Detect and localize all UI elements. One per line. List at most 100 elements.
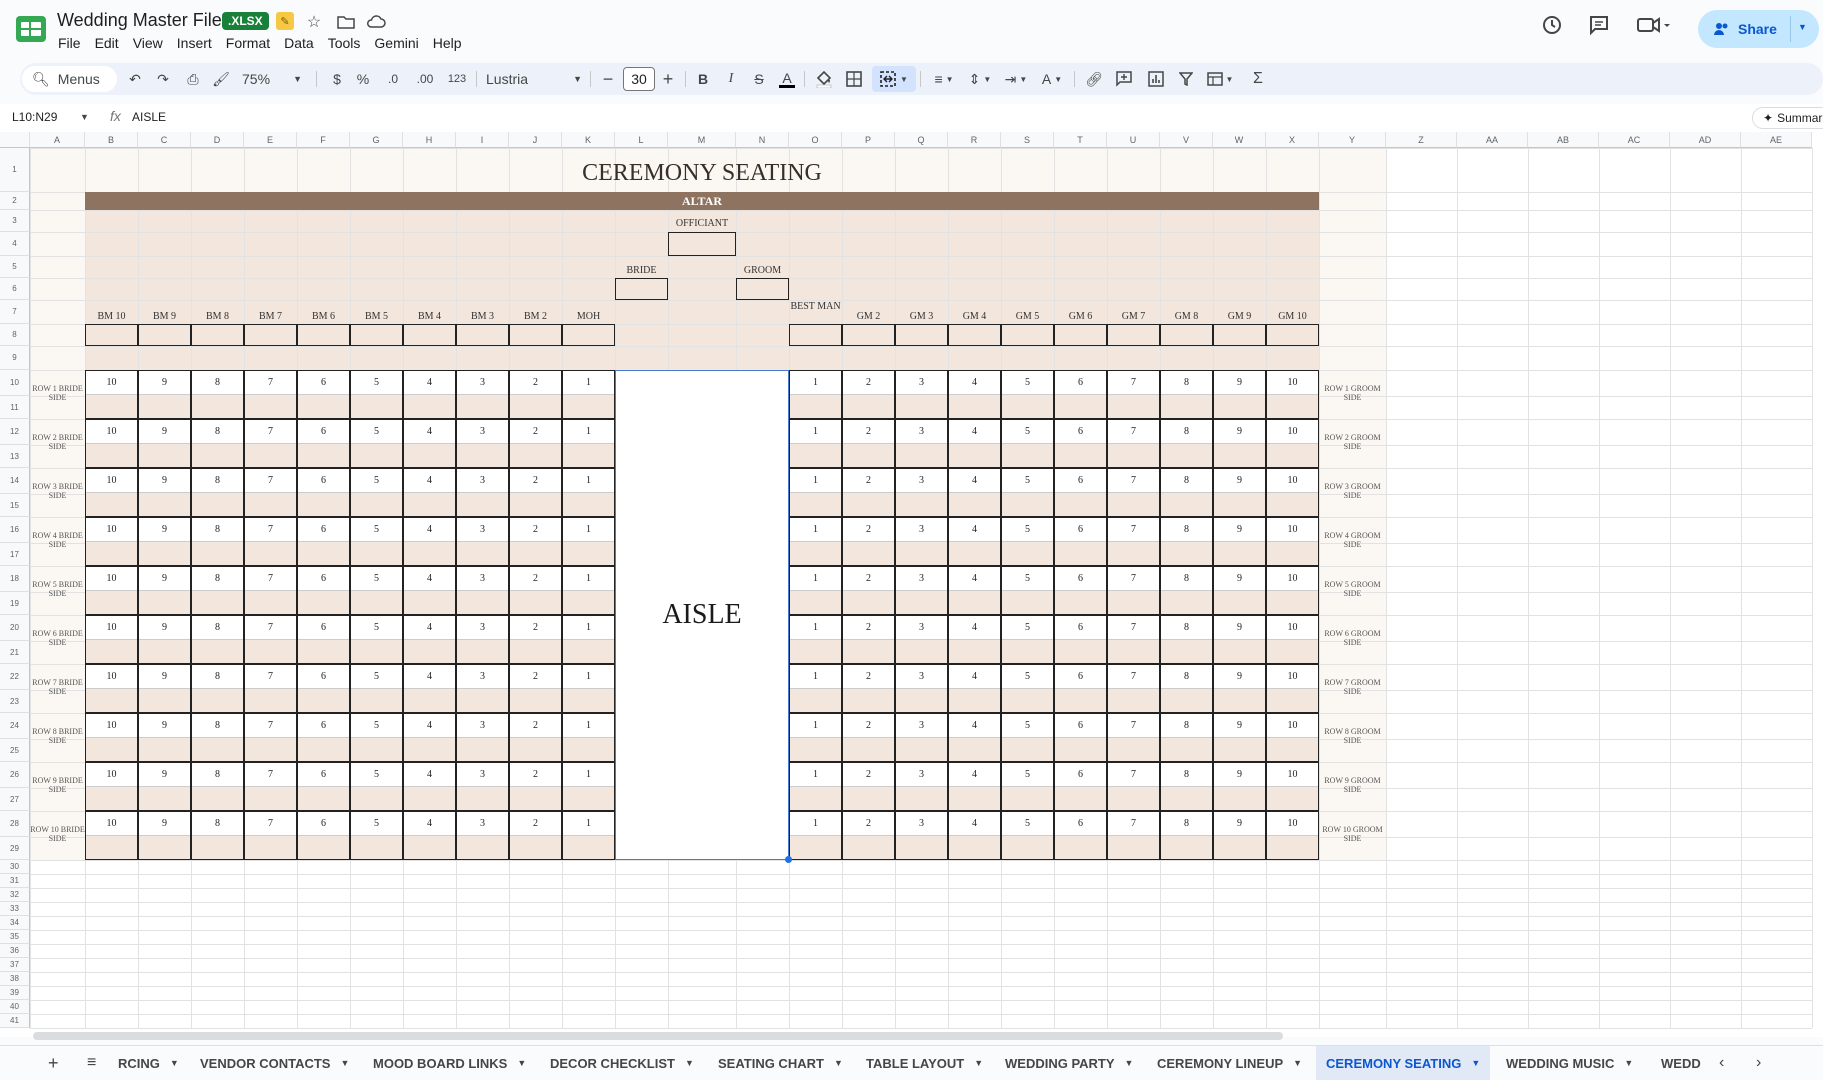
tab-menu-chevron-icon[interactable]: ▼ xyxy=(1471,1058,1480,1068)
guest-name-cell[interactable] xyxy=(1267,395,1318,418)
guest-seat[interactable]: 7 xyxy=(1107,811,1160,860)
guest-name-cell[interactable] xyxy=(949,591,1000,614)
guest-seat[interactable]: 4 xyxy=(948,615,1001,664)
guest-seat[interactable]: 10 xyxy=(85,566,138,615)
guest-seat[interactable]: 5 xyxy=(1001,762,1054,811)
guest-seat[interactable]: 5 xyxy=(1001,370,1054,419)
guest-seat[interactable]: 1 xyxy=(562,664,615,713)
guest-seat[interactable]: 4 xyxy=(403,615,456,664)
guest-seat[interactable]: 6 xyxy=(1054,517,1107,566)
row-header[interactable]: 2 xyxy=(0,192,30,210)
guest-name-cell[interactable] xyxy=(1055,640,1106,663)
guest-name-cell[interactable] xyxy=(843,493,894,516)
guest-seat[interactable]: 9 xyxy=(1213,468,1266,517)
groomsman-name-cell[interactable] xyxy=(1160,324,1213,346)
guest-seat[interactable]: 9 xyxy=(1213,811,1266,860)
guest-name-cell[interactable] xyxy=(1055,738,1106,761)
guest-name-cell[interactable] xyxy=(404,444,455,467)
insert-chart-icon[interactable] xyxy=(1144,63,1168,95)
sheet-tab[interactable]: SEATING CHART ▼ xyxy=(718,1046,843,1080)
scroll-tabs-left-icon[interactable]: ‹ xyxy=(1719,1046,1724,1080)
guest-seat[interactable]: 4 xyxy=(403,566,456,615)
guest-seat[interactable]: 2 xyxy=(842,419,895,468)
guest-name-cell[interactable] xyxy=(457,493,508,516)
shortcut-icon[interactable]: ✎ xyxy=(276,12,294,30)
guest-seat[interactable]: 6 xyxy=(1054,762,1107,811)
guest-name-cell[interactable] xyxy=(351,689,402,712)
bridesmaid-name-cell[interactable] xyxy=(509,324,562,346)
guest-seat[interactable]: 1 xyxy=(789,419,842,468)
guest-seat[interactable]: 6 xyxy=(1054,566,1107,615)
row-header[interactable]: 20 xyxy=(0,615,30,641)
menu-view[interactable]: View xyxy=(133,35,171,51)
guest-name-cell[interactable] xyxy=(1267,787,1318,810)
guest-name-cell[interactable] xyxy=(1161,444,1212,467)
guest-name-cell[interactable] xyxy=(949,444,1000,467)
guest-name-cell[interactable] xyxy=(1002,836,1053,859)
menu-gemini[interactable]: Gemini xyxy=(374,35,426,51)
guest-name-cell[interactable] xyxy=(298,836,349,859)
sheet-tab[interactable]: VENDOR CONTACTS ▼ xyxy=(200,1046,349,1080)
guest-seat[interactable]: 9 xyxy=(1213,419,1266,468)
guest-name-cell[interactable] xyxy=(245,591,296,614)
guest-name-cell[interactable] xyxy=(1002,640,1053,663)
sheet-tab[interactable]: CEREMONY LINEUP ▼ xyxy=(1157,1046,1302,1080)
column-header[interactable]: R xyxy=(948,132,1001,148)
guest-seat[interactable]: 7 xyxy=(244,419,297,468)
row-header[interactable]: 29 xyxy=(0,837,30,860)
sheet-tab[interactable]: WEDDING PARTY ▼ xyxy=(1005,1046,1133,1080)
guest-name-cell[interactable] xyxy=(1108,395,1159,418)
guest-name-cell[interactable] xyxy=(1267,542,1318,565)
guest-name-cell[interactable] xyxy=(563,444,614,467)
guest-seat[interactable]: 1 xyxy=(789,468,842,517)
guest-seat[interactable]: 3 xyxy=(895,517,948,566)
groomsman-name-cell[interactable] xyxy=(1266,324,1319,346)
guest-name-cell[interactable] xyxy=(1055,836,1106,859)
guest-name-cell[interactable] xyxy=(1267,738,1318,761)
guest-seat[interactable]: 8 xyxy=(191,713,244,762)
guest-name-cell[interactable] xyxy=(404,640,455,663)
guest-name-cell[interactable] xyxy=(1161,738,1212,761)
guest-name-cell[interactable] xyxy=(896,591,947,614)
guest-seat[interactable]: 10 xyxy=(1266,615,1319,664)
guest-seat[interactable]: 4 xyxy=(403,762,456,811)
guest-seat[interactable]: 3 xyxy=(456,615,509,664)
guest-seat[interactable]: 10 xyxy=(85,468,138,517)
guest-name-cell[interactable] xyxy=(896,689,947,712)
guest-name-cell[interactable] xyxy=(563,542,614,565)
column-header[interactable]: M xyxy=(668,132,736,148)
row-header[interactable]: 31 xyxy=(0,874,30,888)
guest-name-cell[interactable] xyxy=(790,836,841,859)
functions-icon[interactable]: Σ xyxy=(1246,63,1270,95)
guest-seat[interactable]: 1 xyxy=(562,615,615,664)
guest-seat[interactable]: 2 xyxy=(842,615,895,664)
row-header[interactable]: 5 xyxy=(0,256,30,278)
guest-name-cell[interactable] xyxy=(790,738,841,761)
row-header[interactable]: 21 xyxy=(0,641,30,664)
horizontal-scrollbar[interactable] xyxy=(33,1032,1283,1040)
guest-seat[interactable]: 3 xyxy=(456,517,509,566)
row-header[interactable]: 28 xyxy=(0,811,30,837)
row-header[interactable]: 40 xyxy=(0,1000,30,1014)
row-header[interactable]: 33 xyxy=(0,902,30,916)
guest-seat[interactable]: 6 xyxy=(297,419,350,468)
guest-seat[interactable]: 2 xyxy=(842,370,895,419)
guest-seat[interactable]: 4 xyxy=(403,370,456,419)
guest-name-cell[interactable] xyxy=(404,787,455,810)
guest-name-cell[interactable] xyxy=(896,787,947,810)
document-title[interactable]: Wedding Master File xyxy=(57,10,222,31)
comments-icon[interactable] xyxy=(1588,14,1610,42)
guest-seat[interactable]: 3 xyxy=(895,811,948,860)
column-header[interactable]: E xyxy=(244,132,297,148)
guest-seat[interactable]: 10 xyxy=(85,811,138,860)
guest-seat[interactable]: 8 xyxy=(1160,419,1213,468)
guest-name-cell[interactable] xyxy=(1161,395,1212,418)
text-wrapping-icon[interactable]: ⇥ ▼ xyxy=(1000,63,1032,95)
guest-seat[interactable]: 8 xyxy=(1160,468,1213,517)
row-header[interactable]: 22 xyxy=(0,664,30,690)
guest-seat[interactable]: 9 xyxy=(1213,370,1266,419)
guest-seat[interactable]: 2 xyxy=(509,468,562,517)
guest-name-cell[interactable] xyxy=(298,591,349,614)
guest-seat[interactable]: 4 xyxy=(948,370,1001,419)
guest-name-cell[interactable] xyxy=(192,738,243,761)
